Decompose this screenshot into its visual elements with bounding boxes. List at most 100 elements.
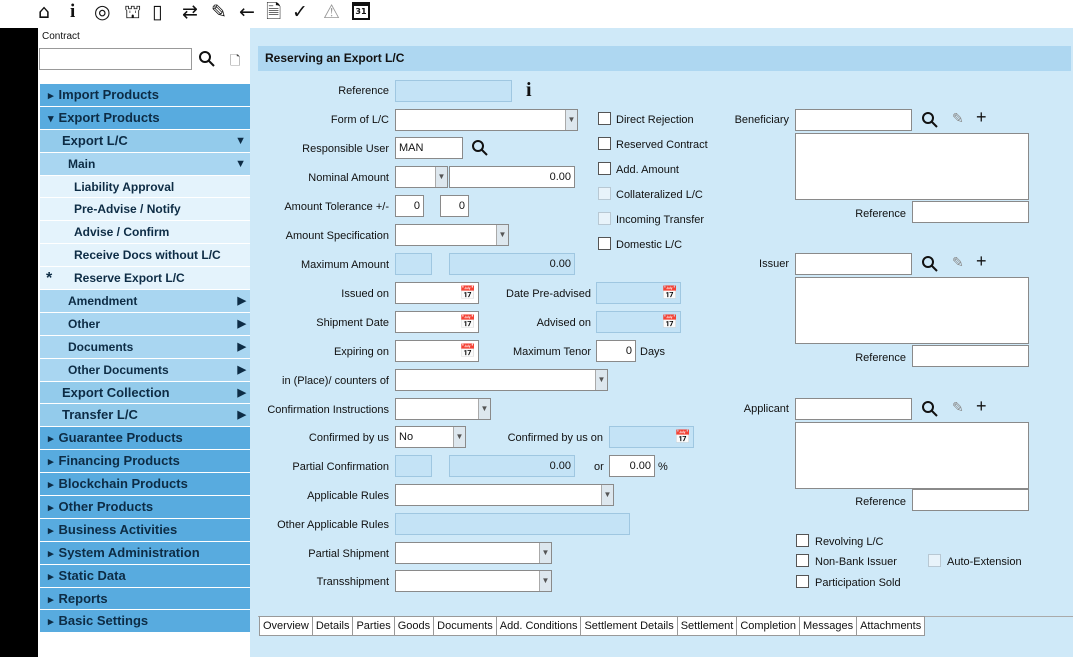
exchange-icon[interactable]: ⇄ [182,1,198,23]
tab-goods[interactable]: Goods [394,617,435,635]
tab-settlement-details[interactable]: Settlement Details [581,617,678,635]
sidebar-item-transfer-l-c[interactable]: Transfer L/C ▶ [40,404,250,428]
tab-attachments[interactable]: Attachments [857,617,925,635]
sidebar-item-receive-docs-without-l-c[interactable]: Receive Docs without L/C [40,244,250,268]
sidebar-item-blockchain-products[interactable]: ▸ Blockchain Products [40,473,250,497]
sidebar-item-reports[interactable]: ▸ Reports [40,587,250,611]
sidebar-item-documents[interactable]: Documents ▶ [40,335,250,359]
sidebar-item-static-data[interactable]: ▸ Static Data [40,564,250,588]
tab-details[interactable]: Details [312,617,354,635]
calendar-icon[interactable]: 📅 [459,342,477,360]
sidebar-item-basic-settings[interactable]: ▸ Basic Settings [40,610,250,634]
plus-icon[interactable]: + [976,396,987,417]
plus-icon[interactable]: + [976,251,987,272]
calendar-icon[interactable]: 📅 [459,284,477,302]
sidebar-item-financing-products[interactable]: ▸ Financing Products [40,450,250,474]
sidebar-item-advise-confirm[interactable]: Advise / Confirm [40,221,250,245]
applicant-details[interactable] [795,422,1029,489]
confirmation-instructions-select[interactable]: ▼ [395,398,491,420]
tab-add-conditions[interactable]: Add. Conditions [496,617,582,635]
transshipment-select[interactable]: ▼ [395,570,552,592]
tolerance-minus-field[interactable]: 0 [440,195,469,217]
issued-on-field[interactable]: 📅 [395,282,479,304]
issuer-field[interactable] [795,253,912,275]
form-of-lc-select[interactable]: ▼ [395,109,578,131]
beneficiary-field[interactable] [795,109,912,131]
calendar-icon[interactable]: 📅 [459,313,477,331]
contract-input[interactable] [39,48,192,70]
shipment-date-field[interactable]: 📅 [395,311,479,333]
tolerance-plus-field[interactable]: 0 [395,195,424,217]
tab-completion[interactable]: Completion [737,617,800,635]
sidebar-item-liability-approval[interactable]: Liability Approval [40,175,250,199]
handshake-icon[interactable]: ⛫ [124,1,141,23]
sidebar-item-system-administration[interactable]: ▸ System Administration [40,541,250,565]
info-icon[interactable]: i [70,1,75,23]
arrow-left-icon[interactable]: ← [239,1,255,23]
place-counters-select[interactable]: ▼ [395,369,608,391]
amount-specification-select[interactable]: ▼ [395,224,509,246]
calendar-icon[interactable]: 31 [352,2,370,20]
pencil-icon[interactable]: ✎ [952,399,964,416]
info-icon[interactable]: i [526,79,532,102]
add-amount-checkbox[interactable] [598,162,611,175]
issuer-details[interactable] [795,277,1029,344]
plus-icon[interactable]: + [976,107,987,128]
partial-confirmation-percent[interactable]: 0.00 [609,455,655,477]
participation-sold-checkbox[interactable] [796,575,809,588]
edit-icon[interactable]: ✎ [211,1,227,23]
book-icon[interactable]: ▯ [152,1,162,23]
sidebar-item-pre-advise-notify[interactable]: Pre-Advise / Notify [40,198,250,222]
sidebar-item-export-collection[interactable]: Export Collection ▶ [40,381,250,405]
search-icon[interactable] [198,50,216,68]
nominal-amount-field[interactable]: 0.00 [449,166,575,188]
partial-shipment-select[interactable]: ▼ [395,542,552,564]
confirmed-by-us-select[interactable]: No ▼ [395,426,466,448]
tab-documents[interactable]: Documents [434,617,497,635]
sidebar-item-label: Liability Approval [74,179,175,194]
sidebar-item-other-products[interactable]: ▸ Other Products [40,496,250,519]
document-check-icon[interactable]: 🗎 [266,1,281,23]
target-icon[interactable]: ◎ [94,1,111,23]
sidebar-item-amendment[interactable]: Amendment ▶ [40,290,250,313]
tab-overview[interactable]: Overview [260,617,313,635]
sidebar-item-guarantee-products[interactable]: ▸ Guarantee Products [40,427,250,451]
partial-confirmation-amount: 0.00 [449,455,575,477]
pencil-icon[interactable]: ✎ [952,254,964,271]
sidebar-item-reserve-export-l-c[interactable]: * Reserve Export L/C [40,267,250,291]
applicant-reference-field[interactable] [912,489,1029,511]
sidebar-item-other[interactable]: Other ▶ [40,312,250,336]
responsible-user-field[interactable]: MAN [395,137,463,159]
expiring-on-field[interactable]: 📅 [395,340,479,362]
check-icon[interactable]: ✓ [292,1,308,23]
non-bank-issuer-checkbox[interactable] [796,554,809,567]
tab-messages[interactable]: Messages [799,617,858,635]
tab-settlement[interactable]: Settlement [677,617,738,635]
search-icon[interactable] [921,255,939,273]
sidebar-item-other-documents[interactable]: Other Documents ▶ [40,358,250,382]
sidebar-item-import-products[interactable]: ▸ Import Products [40,84,250,107]
search-icon[interactable] [921,400,939,418]
maximum-tenor-field[interactable]: 0 [596,340,636,362]
sidebar-item-export-products[interactable]: ▾ Export Products [40,106,250,130]
tab-parties[interactable]: Parties [353,617,395,635]
pencil-icon[interactable]: ✎ [952,110,964,127]
domestic-lc-checkbox[interactable] [598,237,611,250]
nominal-currency-select[interactable]: ▼ [395,166,448,188]
sidebar-item-business-activities[interactable]: ▸ Business Activities [40,518,250,542]
beneficiary-reference-field[interactable] [912,201,1029,223]
search-icon[interactable] [921,111,939,129]
home-icon[interactable]: ⌂ [38,1,50,23]
direct-rejection-checkbox[interactable] [598,112,611,125]
sidebar-item-export-l-c[interactable]: Export L/C ▼ [40,129,250,153]
applicant-field[interactable] [795,398,912,420]
revolving-lc-checkbox[interactable] [796,534,809,547]
document-icon[interactable]: 🗋 [230,52,240,74]
issuer-reference-field[interactable] [912,345,1029,367]
search-icon[interactable] [471,139,489,157]
reserved-contract-checkbox[interactable] [598,137,611,150]
applicable-rules-select[interactable]: ▼ [395,484,614,506]
sidebar-item-main[interactable]: Main ▼ [40,152,250,176]
percent-label: % [658,461,668,473]
beneficiary-details[interactable] [795,133,1029,200]
